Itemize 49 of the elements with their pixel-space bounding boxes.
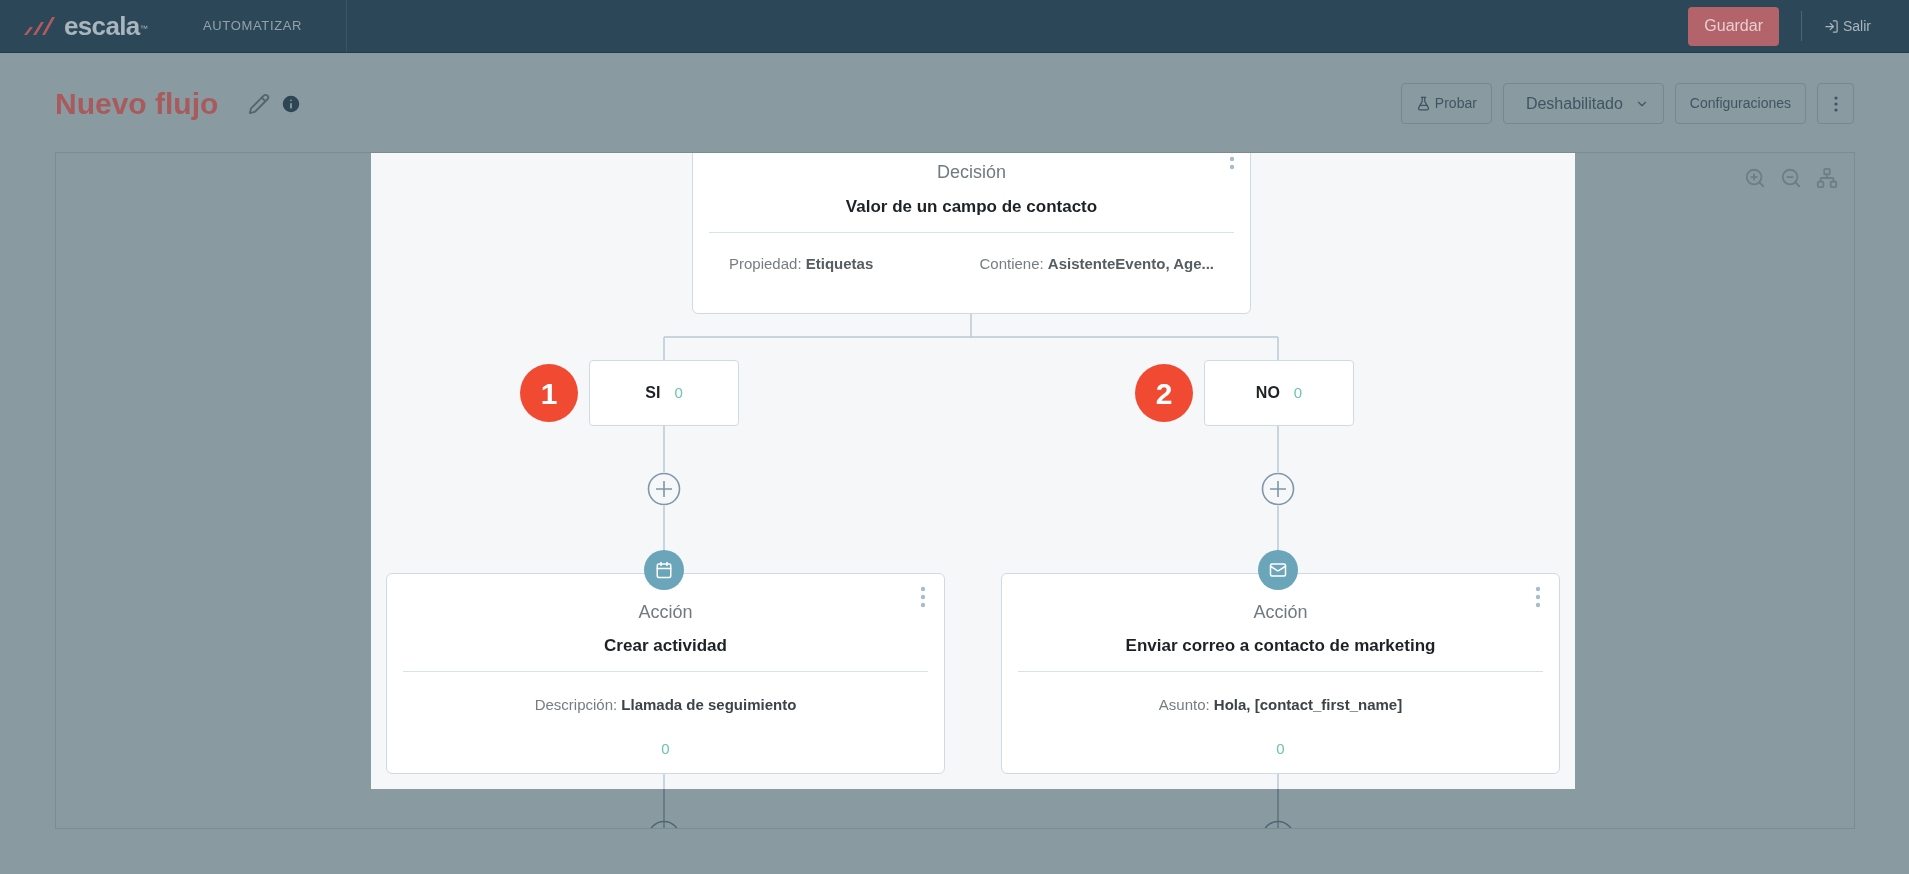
more-icon xyxy=(1833,95,1838,112)
branch-label: NO xyxy=(1255,383,1280,403)
action-node[interactable]: Acción Enviar correo a contacto de marketing Asunto: Hola, [contact_first_name] 0 xyxy=(1001,573,1560,774)
logo-text: escala$^{™}$ xyxy=(64,13,147,39)
flow-title: Nuevo flujo xyxy=(55,86,219,122)
step-marker: 2 xyxy=(1135,364,1193,422)
kebab-menu-icon[interactable] xyxy=(1535,586,1541,608)
toolbar-button[interactable]: Configuraciones xyxy=(1674,83,1806,124)
exit-link[interactable]: Salir xyxy=(1824,15,1909,37)
branch-node[interactable]: NO 0 xyxy=(1204,360,1354,426)
save-button[interactable]: Guardar xyxy=(1688,6,1779,46)
calendar-icon xyxy=(655,561,673,579)
logo-bars-icon xyxy=(22,15,56,37)
kebab-menu-icon[interactable] xyxy=(920,586,926,608)
node-title: Enviar correo a contacto de marketing xyxy=(1125,635,1436,657)
node-property: Contiene: AsistenteEvento, Age... xyxy=(979,253,1214,274)
add-step-icon[interactable] xyxy=(1261,472,1295,506)
action-node[interactable]: Acción Crear actividad Descripción: Llamada de seguimiento 0 xyxy=(386,573,945,774)
node-property: Propiedad: Etiquetas xyxy=(729,253,874,274)
node-property: Asunto: Hola, [contact_first_name] xyxy=(1158,694,1403,715)
connector-line xyxy=(663,425,665,473)
branch-label: SI xyxy=(645,383,661,403)
add-step-icon[interactable] xyxy=(647,472,681,506)
more-options-button[interactable] xyxy=(1817,83,1854,124)
pencil-icon[interactable] xyxy=(248,92,271,115)
layout-icon[interactable] xyxy=(1816,167,1838,189)
branch-node[interactable]: SI 0 xyxy=(589,360,739,426)
info-icon[interactable] xyxy=(280,92,303,115)
action-count: 0 xyxy=(661,739,670,759)
exit-icon xyxy=(1824,18,1839,34)
branch-count: 0 xyxy=(674,382,683,403)
node-property: Descripción: Llamada de seguimiento xyxy=(534,694,797,715)
flask-icon xyxy=(1415,96,1431,111)
toolbar-button[interactable]: Probar xyxy=(1400,83,1492,124)
step-marker: 1 xyxy=(520,364,578,422)
node-title: Crear actividad xyxy=(604,635,727,657)
zoom-in-icon[interactable] xyxy=(1744,167,1766,189)
decision-node[interactable]: Decisión Valor de un campo de contacto Propiedad: Etiquetas Contiene: AsistenteEvento, Age... xyxy=(692,153,1251,314)
envelope-icon xyxy=(1269,561,1287,579)
connector-line xyxy=(1277,425,1279,473)
zoom-out-icon[interactable] xyxy=(1780,167,1802,189)
branch-count: 0 xyxy=(1293,382,1303,403)
action-count: 0 xyxy=(1276,739,1285,759)
node-type: Acción xyxy=(638,601,693,624)
section-label[interactable]: AUTOMATIZAR xyxy=(203,16,303,36)
toolbar-button[interactable]: Deshabilitado xyxy=(1502,83,1664,124)
node-title: Valor de un campo de contacto xyxy=(845,196,1098,218)
node-type: Acción xyxy=(1253,601,1308,624)
node-type: Decisión xyxy=(937,161,1006,184)
